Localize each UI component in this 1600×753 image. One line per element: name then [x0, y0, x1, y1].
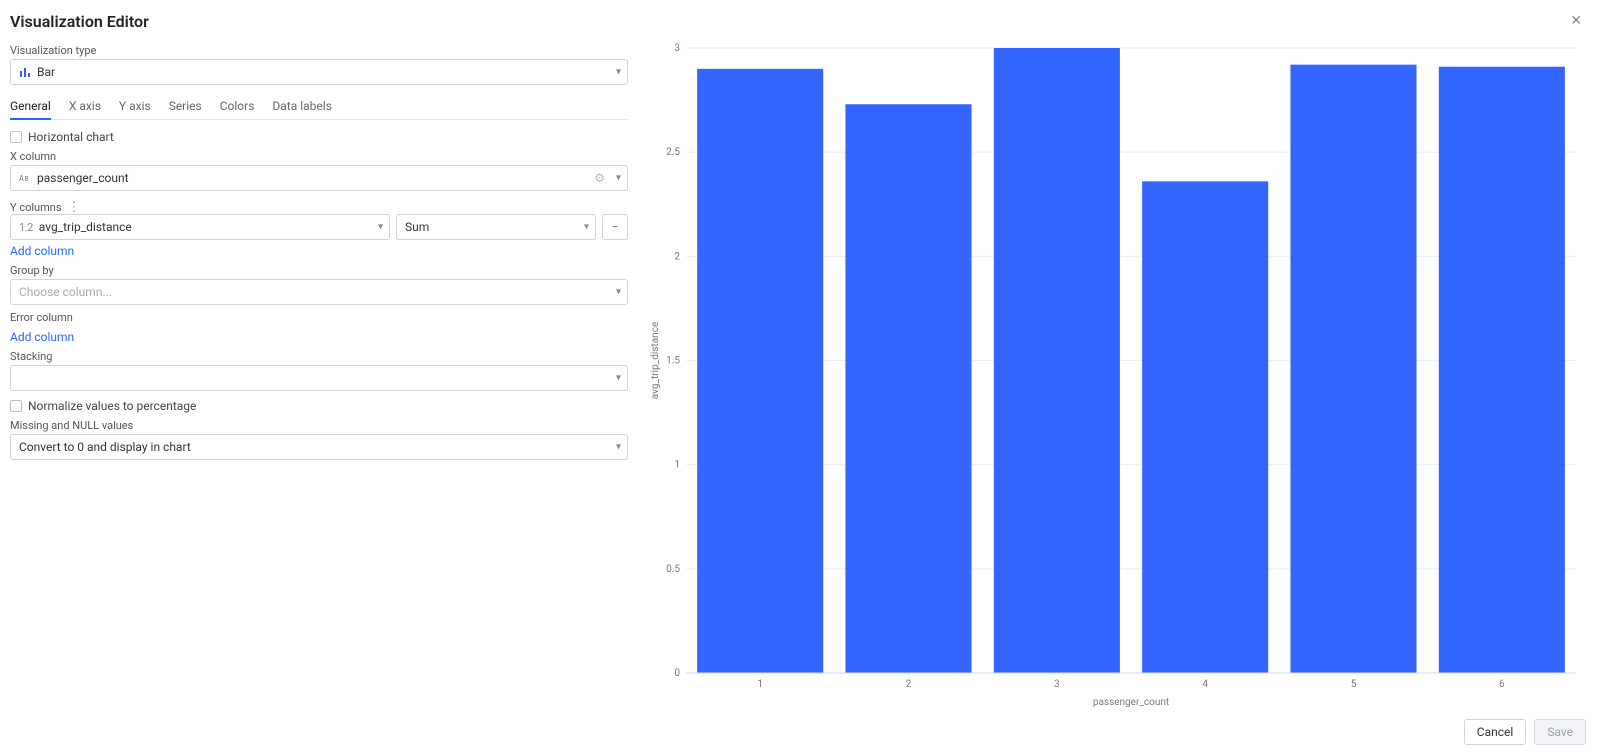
tab-y-axis[interactable]: Y axis: [119, 95, 151, 119]
tab-series[interactable]: Series: [169, 95, 202, 119]
tab-data-labels[interactable]: Data labels: [272, 95, 332, 119]
stacking-label: Stacking: [10, 350, 628, 363]
missing-select[interactable]: Convert to 0 and display in chart ▾: [10, 434, 628, 460]
x-axis-title: passenger_count: [1093, 697, 1169, 708]
viz-type-value: Bar: [37, 65, 55, 79]
groupby-label: Group by: [10, 264, 628, 277]
viz-type-label: Visualization type: [10, 44, 628, 57]
add-error-column-link[interactable]: Add column: [10, 330, 628, 344]
horizontal-checkbox-row[interactable]: Horizontal chart: [10, 130, 628, 144]
bar: [845, 104, 971, 673]
y-tick-label: 2: [674, 251, 680, 262]
add-y-column-link[interactable]: Add column: [10, 244, 628, 258]
x-tick-label: 4: [1202, 679, 1208, 690]
close-icon[interactable]: ✕: [1566, 10, 1586, 32]
page-title: Visualization Editor: [10, 12, 149, 31]
number-column-icon: 1.2: [19, 221, 33, 234]
y-tick-label: 2.5: [666, 147, 680, 158]
normalize-checkbox-row[interactable]: Normalize values to percentage: [10, 399, 628, 413]
svg-text:A: A: [19, 174, 24, 183]
bar-chart: 0 0.5 1 1.5 2 2.5 3 1 2 3 4 5 6 passenger_count avg_tr…: [646, 38, 1586, 715]
bar: [1142, 181, 1268, 673]
groupby-placeholder: Choose column...: [19, 285, 112, 299]
chevron-down-icon: ▾: [616, 442, 621, 453]
ycol-value: avg_trip_distance: [39, 220, 132, 234]
normalize-label: Normalize values to percentage: [28, 399, 196, 413]
y-tick-label: 0: [674, 668, 680, 679]
x-tick-label: 2: [906, 679, 912, 690]
missing-label: Missing and NULL values: [10, 419, 628, 432]
ycols-label: Y columns: [10, 201, 62, 214]
horizontal-checkbox[interactable]: [10, 131, 22, 143]
bar: [1439, 67, 1565, 673]
chart-preview: 0 0.5 1 1.5 2 2.5 3 1 2 3 4 5 6 passenger_count avg_tr…: [646, 38, 1586, 715]
ycol-agg-value: Sum: [405, 220, 429, 234]
y-tick-label: 0.5: [666, 564, 680, 575]
save-button: Save: [1534, 719, 1586, 745]
xcol-label: X column: [10, 150, 628, 163]
y-axis-title: avg_trip_distance: [650, 322, 661, 400]
x-tick-label: 6: [1499, 679, 1505, 690]
gear-icon[interactable]: ⚙: [594, 171, 605, 185]
x-column-icon: A B: [19, 172, 31, 184]
viz-type-select[interactable]: Bar ▾: [10, 59, 628, 85]
remove-ycol-button[interactable]: −: [602, 214, 628, 240]
bar-chart-icon: [19, 66, 31, 78]
tab-x-axis[interactable]: X axis: [69, 95, 101, 119]
kebab-icon[interactable]: ⋮: [68, 201, 81, 214]
ycol-agg-select[interactable]: Sum ▾: [396, 214, 596, 240]
chevron-down-icon: ▾: [616, 287, 621, 298]
chevron-down-icon: ▾: [378, 222, 383, 233]
chevron-down-icon: ▾: [616, 67, 621, 78]
chevron-down-icon: ▾: [584, 222, 589, 233]
xcol-select[interactable]: A B passenger_count ⚙ ▾: [10, 165, 628, 191]
xcol-value: passenger_count: [37, 171, 129, 185]
y-tick-label: 3: [674, 43, 680, 54]
x-tick-label: 5: [1351, 679, 1357, 690]
config-panel: Visualization type Bar ▾ General X axis Y …: [10, 38, 628, 715]
bar: [1290, 65, 1416, 673]
horizontal-label: Horizontal chart: [28, 130, 114, 144]
bar: [994, 48, 1120, 673]
chevron-down-icon: ▾: [616, 173, 621, 184]
stacking-select[interactable]: ▾: [10, 365, 628, 391]
y-tick-label: 1: [674, 460, 680, 471]
ycol-select[interactable]: 1.2 avg_trip_distance ▾: [10, 214, 390, 240]
y-tick-label: 1.5: [666, 356, 680, 367]
tab-general[interactable]: General: [10, 95, 51, 119]
x-tick-label: 1: [757, 679, 763, 690]
groupby-select[interactable]: Choose column... ▾: [10, 279, 628, 305]
errorcol-label: Error column: [10, 311, 628, 324]
chevron-down-icon: ▾: [616, 373, 621, 384]
bar: [697, 69, 823, 673]
normalize-checkbox[interactable]: [10, 400, 22, 412]
svg-text:B: B: [25, 175, 29, 183]
cancel-button[interactable]: Cancel: [1464, 719, 1527, 745]
x-tick-label: 3: [1054, 679, 1060, 690]
missing-value: Convert to 0 and display in chart: [19, 440, 191, 454]
tab-colors[interactable]: Colors: [220, 95, 255, 119]
